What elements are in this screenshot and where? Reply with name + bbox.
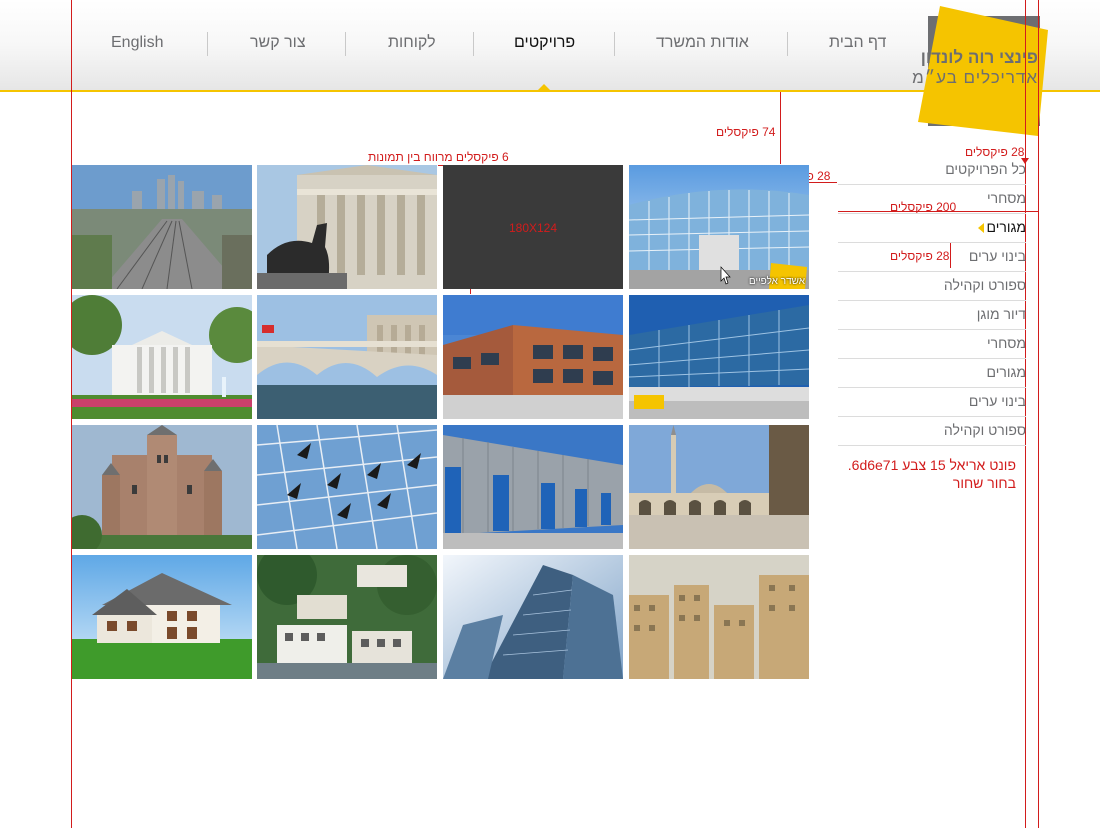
project-thumb-skyline[interactable] <box>72 165 252 289</box>
nav-divider <box>473 32 474 56</box>
project-image <box>257 555 437 679</box>
project-image <box>443 425 623 549</box>
sidebar-item-commercial-2[interactable]: מסחרי <box>838 330 1026 359</box>
project-image <box>72 555 252 679</box>
annotation-font-note-line2: בחור שחור <box>952 475 1016 491</box>
sidebar-item-commercial[interactable]: מסחרי <box>838 185 1026 214</box>
project-thumb-rooftops[interactable] <box>629 555 809 679</box>
project-image <box>629 165 809 289</box>
annotation-top-offset: 74 פיקסלים <box>716 125 776 139</box>
nav-home[interactable]: דף הבית <box>829 34 886 52</box>
project-image <box>257 425 437 549</box>
project-thumb-statue[interactable] <box>257 165 437 289</box>
nav-contact[interactable]: צור קשר <box>250 34 306 52</box>
project-thumb-hangar[interactable] <box>443 425 623 549</box>
guide-line-top-offset <box>780 92 781 164</box>
project-image <box>629 425 809 549</box>
project-thumb-bridge[interactable] <box>257 295 437 419</box>
project-image <box>629 555 809 679</box>
project-thumb-skyscraper[interactable] <box>443 555 623 679</box>
project-thumb-waterfront-villas[interactable] <box>257 555 437 679</box>
project-thumb-curtain-wall[interactable] <box>257 425 437 549</box>
sidebar-item-label: מגורים <box>986 219 1026 235</box>
sidebar-item-label: ספורט וקהילה <box>943 277 1026 293</box>
annotation-font-note-line1: פונט אריאל 15 צבע 6d6e71. <box>847 457 1016 473</box>
project-image <box>72 165 252 289</box>
project-thumb-glass-building[interactable]: אשדר אלפיים <box>629 165 809 289</box>
nav-divider <box>614 32 615 56</box>
sidebar-item-sport-2[interactable]: ספורט וקהילה <box>838 417 1026 446</box>
sidebar-item-urban-2[interactable]: בינוי ערים <box>838 388 1026 417</box>
project-thumb-placeholder[interactable]: 180X124 <box>443 165 623 289</box>
placeholder-label: 180X124 <box>508 221 558 235</box>
sidebar-item-label: ספורט וקהילה <box>943 422 1026 438</box>
guide-line-right-outer <box>1038 0 1039 828</box>
sidebar-item-label: בינוי ערים <box>968 248 1026 264</box>
project-image <box>257 295 437 419</box>
sidebar-item-sport[interactable]: ספורט וקהילה <box>838 272 1026 301</box>
nav-clients[interactable]: לקוחות <box>388 34 436 52</box>
project-image <box>257 165 437 289</box>
sidebar-item-urban[interactable]: בינוי ערים <box>838 243 1026 272</box>
sidebar-item-residential[interactable]: מגורים <box>838 214 1026 243</box>
nav-english[interactable]: English <box>111 34 163 52</box>
active-nav-pointer-icon <box>537 84 551 91</box>
sidebar-item-all-projects[interactable]: כל הפרויקטים <box>838 156 1026 185</box>
nav-divider <box>207 32 208 56</box>
nav-projects[interactable]: פרויקטים <box>514 34 575 52</box>
active-arrow-icon <box>978 223 984 233</box>
project-image <box>443 295 623 419</box>
sidebar-item-label: מסחרי <box>987 190 1026 206</box>
sidebar-item-label: מגורים <box>986 364 1026 380</box>
project-thumb-mosque[interactable] <box>629 425 809 549</box>
sidebar-item-label: בינוי ערים <box>968 393 1026 409</box>
project-thumb-glass-facade[interactable] <box>629 295 809 419</box>
nav-divider <box>787 32 788 56</box>
sidebar-item-residential-2[interactable]: מגורים <box>838 359 1026 388</box>
annotation-gap: 6 פיקסלים מרווח בין תמונות <box>368 150 509 164</box>
sidebar-item-label: מסחרי <box>987 335 1026 351</box>
sidebar-item-assisted-living[interactable]: דיור מוגן <box>838 301 1026 330</box>
project-image <box>629 295 809 419</box>
project-image <box>72 425 252 549</box>
logo[interactable]: פינצי רוה לונדון אדריכלים בע״מ <box>912 6 1048 136</box>
nav-about[interactable]: אודות המשרד <box>656 34 749 52</box>
project-thumb-castle[interactable] <box>72 425 252 549</box>
project-image <box>72 295 252 419</box>
project-thumb-white-house[interactable] <box>72 295 252 419</box>
annotation-font-note: פונט אריאל 15 צבע 6d6e71. בחור שחור <box>848 456 1016 492</box>
project-thumb-suburban-house[interactable] <box>72 555 252 679</box>
thumb-caption: אשדר אלפיים <box>748 276 805 287</box>
nav-divider <box>345 32 346 56</box>
sidebar-item-label: כל הפרויקטים <box>945 161 1026 177</box>
logo-title: פינצי רוה לונדון <box>920 48 1038 67</box>
project-thumb-brick-office[interactable] <box>443 295 623 419</box>
logo-subtitle: אדריכלים בע״מ <box>912 68 1038 87</box>
project-image <box>443 555 623 679</box>
sidebar-item-label: דיור מוגן <box>976 306 1026 322</box>
